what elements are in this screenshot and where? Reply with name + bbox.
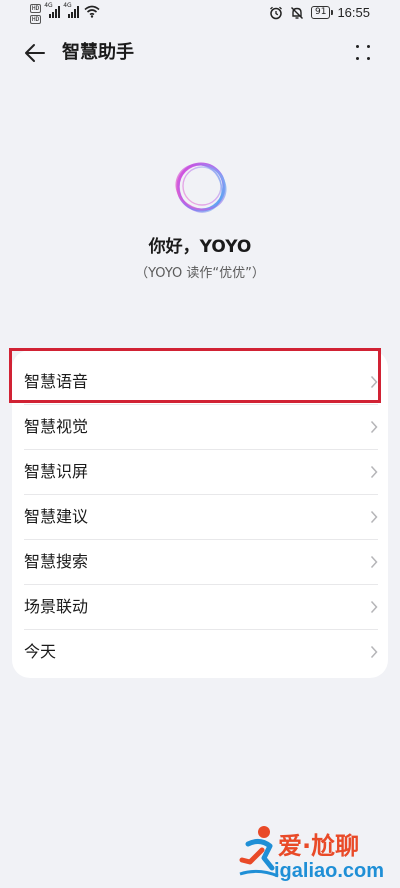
arrow-left-icon[interactable] (22, 40, 48, 66)
menu-item-label: 智慧视觉 (24, 417, 89, 436)
menu-item-smart-vision[interactable]: 智慧视觉 (12, 405, 388, 450)
settings-menu-card: 智慧语音 智慧视觉 智慧识屏 智慧建议 智慧搜索 场景联动 今天 (12, 350, 388, 678)
alarm-icon (270, 6, 282, 19)
status-right: 91 16:55 (269, 5, 370, 20)
chevron-right-icon (370, 555, 378, 569)
watermark-brand: 爱·尬聊 (278, 832, 360, 860)
chevron-right-icon (370, 600, 378, 614)
menu-item-label: 智慧识屏 (24, 462, 89, 481)
menu-item-label: 场景联动 (24, 597, 89, 616)
signal-icon: 4G (63, 2, 80, 18)
more-dots-icon[interactable] (354, 42, 372, 64)
mute-icon (291, 6, 303, 19)
menu-item-smart-suggestions[interactable]: 智慧建议 (12, 495, 388, 540)
hd-badges: HD HD (30, 4, 42, 24)
chevron-right-icon (370, 510, 378, 524)
battery-icon: 91 (311, 6, 334, 19)
status-left: HD HD 4G 4G (30, 2, 100, 24)
pronunciation-note: （YOYO 读作“优优”） (135, 266, 265, 281)
chevron-right-icon (370, 465, 378, 479)
menu-item-scene-linkage[interactable]: 场景联动 (12, 585, 388, 630)
chevron-right-icon (370, 645, 378, 659)
menu-item-label: 今天 (24, 642, 57, 661)
hd-badge: HD (30, 4, 42, 13)
greeting-text: 你好，YOYO (148, 237, 252, 257)
app-header: 智慧助手 (0, 36, 400, 70)
watermark: 爱·尬聊 igaliao.com (238, 820, 398, 884)
menu-item-today[interactable]: 今天 (12, 630, 388, 675)
status-time: 16:55 (337, 5, 370, 20)
watermark-url: igaliao.com (274, 860, 385, 882)
menu-item-smart-voice[interactable]: 智慧语音 (12, 360, 388, 405)
wifi-icon (84, 5, 100, 18)
menu-item-label: 智慧语音 (24, 372, 89, 391)
assistant-logo-icon (175, 162, 227, 213)
chevron-right-icon (370, 375, 378, 389)
status-bar: HD HD 4G 4G 91 16:55 (0, 0, 400, 28)
chevron-right-icon (370, 420, 378, 434)
hd-badge: HD (30, 15, 42, 24)
menu-item-smart-screen-recognition[interactable]: 智慧识屏 (12, 450, 388, 495)
menu-item-label: 智慧建议 (24, 507, 89, 526)
menu-item-label: 智慧搜索 (24, 552, 89, 571)
menu-item-smart-search[interactable]: 智慧搜索 (12, 540, 388, 585)
page-title: 智慧助手 (62, 42, 134, 63)
signal-icon: 4G (44, 2, 61, 18)
